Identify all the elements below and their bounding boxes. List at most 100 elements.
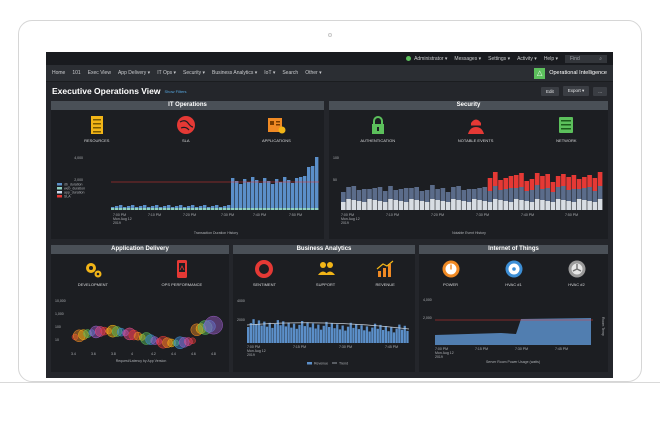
app-duration-bar (127, 208, 131, 210)
resources-tile[interactable]: RESOURCES (84, 115, 109, 143)
find-input[interactable]: Find ⌕ (565, 54, 607, 63)
nav-item-home[interactable]: Home (52, 70, 65, 76)
low-events-bar (403, 202, 409, 210)
y-tick-label: 100 (55, 325, 61, 329)
nav-item-app-delivery[interactable]: App Delivery ▾ (118, 70, 150, 76)
messages-menu[interactable]: Messages ▾ (454, 56, 481, 62)
medium-events-bar (472, 189, 477, 199)
x-tick-label: 7:30 PM (476, 213, 489, 217)
revenue-bar (341, 325, 344, 343)
low-events-bar (492, 199, 498, 210)
medium-events-bar (409, 188, 414, 199)
help-menu[interactable]: Help ▾ (544, 56, 558, 62)
x-tick-label: 4 (131, 352, 133, 356)
high-events-bar (540, 176, 545, 189)
low-events-bar (503, 201, 509, 210)
low-events-bar (587, 201, 592, 210)
nav-item-101[interactable]: 101 (72, 70, 80, 76)
app-duration-bar (183, 208, 187, 210)
x-tick-label: 7:15 PM (475, 347, 488, 351)
development-tile[interactable]: DEVELOPMENT (78, 259, 108, 287)
revenue-bar (338, 329, 342, 343)
nav-item-iot[interactable]: IoT ▾ (264, 70, 275, 76)
notable-events-tile[interactable]: NOTABLE EVENTS (458, 115, 493, 143)
revenue-bar (384, 326, 387, 343)
request-latency-bubble-chart: 10,000 1,000 100 10 3.4 3.6 3.8 4 4.2 4.4 4.6 4.8 Re… (55, 299, 223, 363)
revenue-bar (301, 321, 304, 343)
medium-events-bar (576, 189, 582, 199)
app-duration-bar (175, 208, 179, 210)
bar-growth-icon (376, 260, 394, 277)
high-events-bar (587, 175, 592, 187)
y-tick-label: 100 (333, 156, 339, 160)
edit-button[interactable]: Edit (540, 86, 559, 96)
x-tick-label: 7:40 PM (253, 213, 266, 217)
nav-item-it-ops[interactable]: IT Ops ▾ (157, 70, 176, 76)
nav-item-search[interactable]: Search (282, 70, 298, 76)
sla-tile[interactable]: SLA (176, 115, 196, 143)
medium-events-bar (382, 191, 388, 202)
app-duration-bar (239, 208, 243, 210)
low-events-bar (566, 201, 571, 210)
low-events-bar (382, 202, 388, 210)
admin-label: Administrator ▾ (414, 55, 448, 62)
support-tile[interactable]: SUPPORT (316, 259, 336, 287)
revenue-bar (398, 324, 401, 343)
app-duration-bar (179, 208, 183, 210)
medium-events-bar (513, 188, 519, 199)
nav-item-business-analytics[interactable]: Business Analytics ▾ (212, 70, 257, 76)
x-tick-label: 7:10 PM (386, 213, 399, 217)
hvac1-tile[interactable]: HVAC #1 (504, 259, 524, 287)
more-button[interactable]: ... (593, 86, 607, 96)
power-tile[interactable]: POWER (441, 259, 461, 287)
support-label: SUPPORT (315, 282, 336, 287)
sentiment-tile[interactable]: SENTIMENT (253, 259, 276, 287)
y-tick-label: 2,000 (423, 316, 432, 320)
app-duration-bar (235, 208, 239, 210)
app-duration-bar (283, 208, 287, 210)
hvac2-tile[interactable]: HVAC #2 (567, 259, 587, 287)
duration-bar (235, 181, 239, 210)
nav-item-security[interactable]: Security ▾ (183, 70, 205, 76)
app-duration-bar (151, 208, 155, 210)
high-events-bar (597, 172, 603, 186)
app-duration-bar (279, 208, 283, 210)
applications-tile[interactable]: APPLICATIONS (262, 115, 291, 143)
app-duration-bar (143, 208, 147, 210)
revenue-bar (311, 323, 315, 343)
legend-swatch (57, 191, 62, 194)
duration-bar (287, 180, 291, 210)
admin-menu[interactable]: Administrator ▾ (406, 56, 447, 62)
x-tick-label: 7:10 PM (148, 213, 161, 217)
ops-performance-tile[interactable]: OPS PERFORMANCE (162, 259, 202, 287)
network-tile[interactable]: NETWORK (556, 115, 577, 143)
export-button[interactable]: Export ▾ (562, 86, 590, 96)
revenue-bar (330, 323, 333, 343)
y-axis-label: Room Temp (601, 317, 605, 336)
panel-title: Business Analytics (233, 245, 415, 254)
network-label: NETWORK (556, 138, 577, 143)
x-tick-label: 7:30 PM (515, 347, 528, 351)
app-brand: △ Operational Intelligence (534, 67, 607, 79)
activity-menu[interactable]: Activity ▾ (517, 56, 537, 62)
gears-icon (85, 263, 102, 278)
sla-label: SLA (181, 138, 190, 143)
high-events-bar (513, 175, 519, 188)
low-events-bar (341, 202, 346, 210)
show-filters-link[interactable]: Show Filters (165, 89, 187, 94)
legend-label: Revenue (314, 362, 328, 366)
revenue-bar (260, 325, 263, 343)
x-tick-label: 4.6 (191, 352, 196, 356)
nav-item-exec-view[interactable]: Exec View (88, 70, 111, 76)
nav-item-other[interactable]: Other ▾ (305, 70, 321, 76)
chart-caption: Transaction Duration History (194, 231, 238, 235)
authentication-tile[interactable]: AUTHENTICATION (360, 115, 395, 143)
app-duration-bar (223, 208, 227, 210)
medium-events-bar (466, 189, 472, 202)
low-events-bar (513, 199, 519, 210)
settings-menu[interactable]: Settings ▾ (488, 56, 510, 62)
revenue-tile[interactable]: REVENUE (375, 259, 395, 287)
revenue-bar (274, 324, 277, 343)
revenue-bar (355, 324, 358, 343)
medium-events-bar (403, 188, 409, 202)
